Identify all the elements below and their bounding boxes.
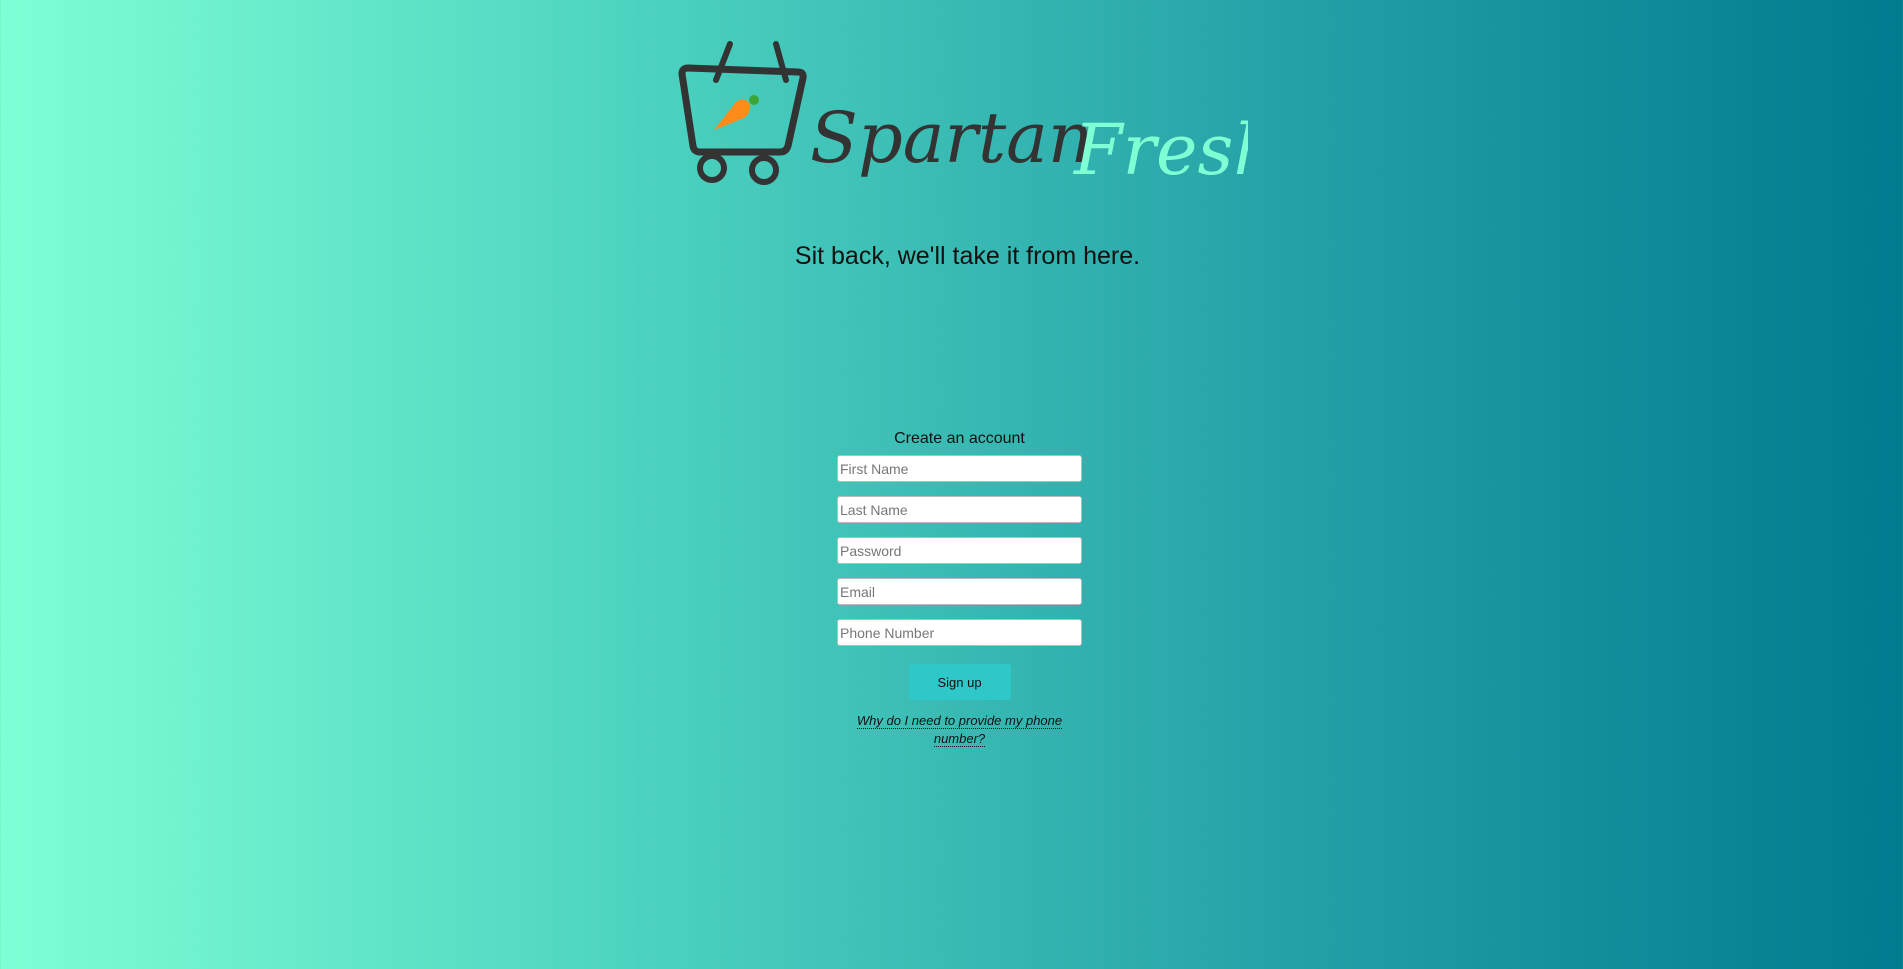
brand-name-primary: Spartan	[810, 97, 1093, 179]
signup-button[interactable]: Sign up	[908, 664, 1011, 700]
logo: Spartan Fresh	[678, 40, 1248, 200]
signup-button-container: Sign up	[837, 664, 1082, 700]
shopping-basket-carrot-icon	[678, 41, 807, 185]
tagline: Sit back, we'll take it from here.	[794, 242, 1141, 270]
phone-number-field[interactable]	[837, 619, 1082, 646]
last-name-field[interactable]	[837, 496, 1082, 523]
signup-form: Create an account Sign up Why do I need …	[837, 430, 1082, 748]
phone-number-help-link[interactable]: Why do I need to provide my phone number…	[856, 713, 1063, 747]
brand-name-secondary: Fresh	[1072, 109, 1248, 191]
form-title: Create an account	[894, 430, 1025, 447]
help-link-container: Why do I need to provide my phone number…	[837, 712, 1082, 748]
password-field[interactable]	[837, 537, 1082, 564]
first-name-field[interactable]	[837, 455, 1082, 482]
email-field[interactable]	[837, 578, 1082, 605]
